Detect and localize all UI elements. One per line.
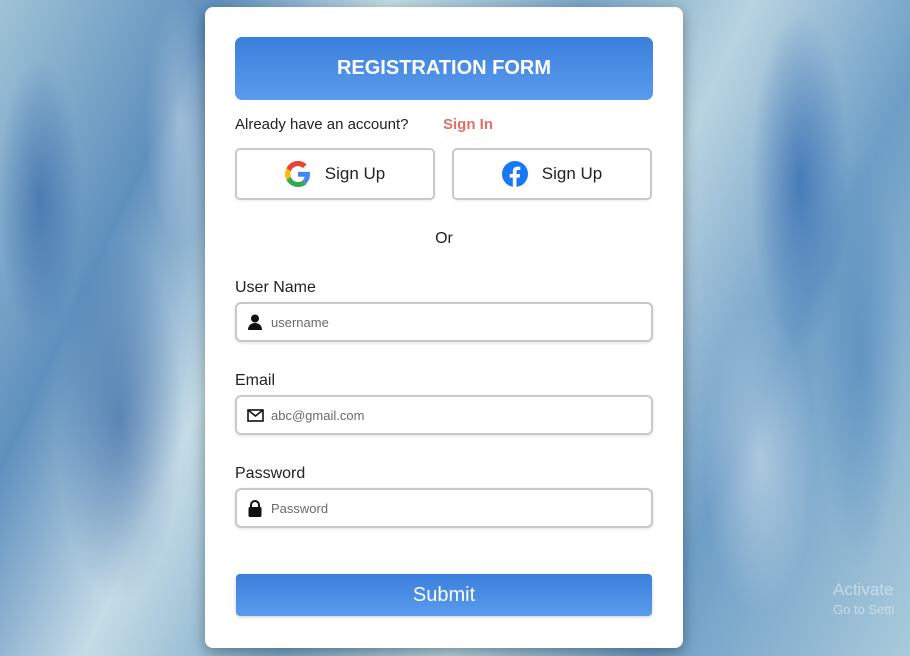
- registration-card: REGISTRATION FORM Already have an accoun…: [205, 7, 683, 648]
- or-divider: Or: [435, 230, 453, 247]
- email-input[interactable]: [269, 406, 643, 424]
- username-input[interactable]: [269, 313, 643, 331]
- watermark-line-1: Activate: [833, 580, 894, 599]
- username-label: User Name: [235, 279, 316, 296]
- watermark-line-2: Go to Setti: [833, 602, 895, 617]
- facebook-signup-button[interactable]: Sign Up: [452, 148, 652, 200]
- lock-icon: [245, 499, 265, 517]
- username-field-wrapper: [235, 302, 653, 342]
- email-label: Email: [235, 372, 276, 389]
- password-input[interactable]: [269, 499, 643, 517]
- email-field-wrapper: [235, 395, 653, 435]
- google-signup-label: Sign Up: [324, 164, 386, 183]
- activation-watermark: Activate Go to Setti: [833, 580, 894, 620]
- facebook-signup-label: Sign Up: [541, 164, 603, 183]
- password-field-wrapper: [235, 488, 653, 528]
- account-prompt: Already have an account?: [235, 116, 409, 133]
- form-title: REGISTRATION FORM: [235, 37, 653, 100]
- envelope-icon: [245, 408, 265, 422]
- google-icon: [284, 161, 311, 187]
- sign-in-link[interactable]: Sign In: [443, 116, 493, 133]
- google-signup-button[interactable]: Sign Up: [235, 148, 435, 200]
- user-icon: [245, 314, 265, 330]
- facebook-icon: [501, 161, 528, 187]
- submit-button[interactable]: Submit: [236, 574, 652, 616]
- password-label: Password: [235, 465, 306, 482]
